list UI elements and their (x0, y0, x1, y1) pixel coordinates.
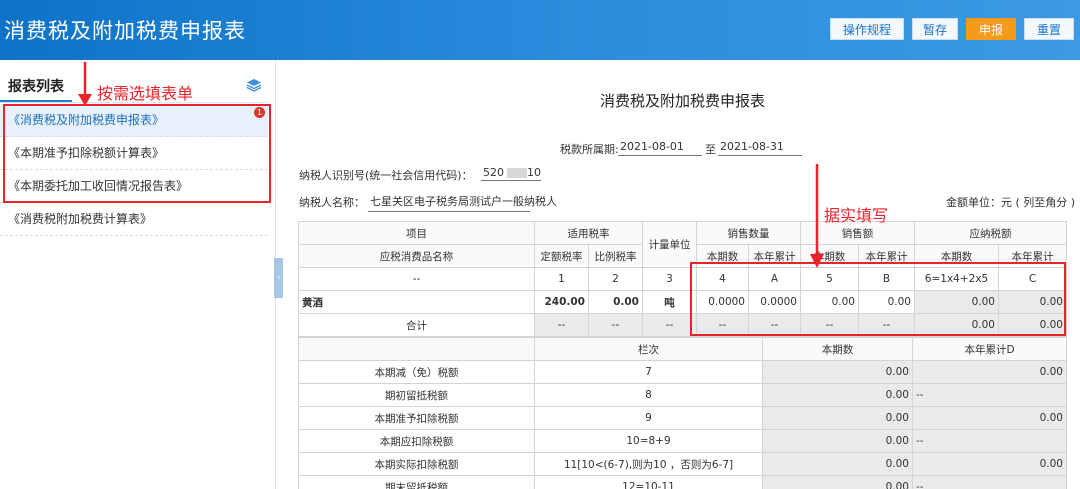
header-qty: 销售数量 (696, 221, 801, 245)
period-start-field[interactable]: 2021-08-01 (618, 140, 702, 156)
annotation-fill-box (690, 262, 1066, 336)
row-code: 11[10<(6-7),则为10 ，否则为6-7] (534, 452, 763, 476)
annotation-select-text: 按需选填表单 (97, 84, 194, 103)
deduction-table: 栏次 本期数 本年累计D 本期减（免）税额 7 0.00 0.00 期初留抵税额… (298, 337, 1067, 489)
taxpayer-id-prefix: 520 (483, 166, 504, 179)
unit-cell: 吨 (642, 290, 697, 314)
taxpayer-name-field: 七星关区电子税务局测试户一般纳税人 (368, 193, 557, 212)
header-unit: 计量单位 (642, 221, 697, 268)
sidebar-collapse-handle[interactable]: ‹ (274, 258, 283, 298)
row-label: 期末留抵税额 (298, 475, 535, 489)
annotation-fill-text: 据实填写 (824, 206, 889, 225)
operation-guide-button[interactable]: 操作规程 (830, 18, 904, 40)
row-current: 0.00 (762, 429, 913, 453)
header-fixed-rate: 定额税率 (534, 244, 589, 268)
header-tax: 应纳税额 (914, 221, 1067, 245)
reset-button[interactable]: 重置 (1024, 18, 1074, 40)
header-product: 应税消费品名称 (298, 244, 535, 268)
row-current: 0.00 (762, 406, 913, 430)
table-cell: -- (588, 313, 643, 337)
table-cell: -- (642, 313, 697, 337)
annotation-arrow-down-icon (78, 62, 92, 106)
header-ratio-rate: 比例税率 (588, 244, 643, 268)
total-label-cell: 合计 (298, 313, 535, 337)
row-current: 0.00 (762, 452, 913, 476)
row-ytd: 0.00 (912, 406, 1067, 430)
row-ytd: -- (912, 475, 1067, 489)
header-ytd: 本年累计D (912, 337, 1067, 361)
app-header: 消费税及附加税费申报表 操作规程 暂存 申报 重置 (0, 0, 1080, 60)
amount-unit-label: 金额单位：元 ( 列至角分 ) (946, 196, 1076, 209)
period-end-field[interactable]: 2021-08-31 (718, 140, 802, 156)
taxpayer-id-label: 纳税人识别号(统一社会信用代码)： (299, 169, 473, 182)
table-cell: 2 (588, 267, 643, 291)
layers-icon[interactable] (246, 78, 262, 92)
table-row: 本期准予扣除税额 9 0.00 0.00 (298, 406, 1067, 430)
annotation-select-box (3, 104, 271, 203)
table-row: 本期实际扣除税额 11[10<(6-7),则为10 ，否则为6-7] 0.00 … (298, 452, 1067, 476)
row-code: 8 (534, 383, 763, 407)
period-to-label: 至 (705, 143, 716, 156)
form-title: 消费税及附加税费申报表 (600, 92, 766, 110)
row-label: 本期应扣除税额 (298, 429, 535, 453)
row-label: 期初留抵税额 (298, 383, 535, 407)
table-cell: -- (534, 313, 589, 337)
row-ytd: -- (912, 383, 1067, 407)
row-current: 0.00 (762, 383, 913, 407)
table-cell: -- (298, 267, 535, 291)
header-blank (298, 337, 535, 361)
header-col-no: 栏次 (534, 337, 763, 361)
row-label: 本期实际扣除税额 (298, 452, 535, 476)
taxpayer-id-suffix: 10 (527, 166, 541, 179)
fixed-rate-cell: 240.00 (534, 290, 589, 314)
row-code: 10=8+9 (534, 429, 763, 453)
form-area: 消费税及附加税费申报表 税款所属期: 2021-08-01 至 2021-08-… (284, 60, 1080, 489)
redaction-block (507, 168, 527, 178)
period-label: 税款所属期: (560, 143, 619, 156)
save-draft-button[interactable]: 暂存 (912, 18, 958, 40)
sidebar-title: 报表列表 (8, 79, 64, 95)
table-row: 期末留抵税额 12=10-11 0.00 -- (298, 475, 1067, 489)
table-cell: 3 (642, 267, 697, 291)
row-code: 12=10-11 (534, 475, 763, 489)
declare-button[interactable]: 申报 (966, 18, 1016, 40)
taxpayer-id-field[interactable]: 520 10 (481, 165, 541, 181)
sidebar-item-surcharge-calc[interactable]: 《消费税附加税费计算表》 (0, 203, 268, 236)
row-code: 9 (534, 406, 763, 430)
row-code: 7 (534, 360, 763, 384)
row-label: 本期减（免）税额 (298, 360, 535, 384)
table-row: 期初留抵税额 8 0.00 -- (298, 383, 1067, 407)
row-ytd: -- (912, 429, 1067, 453)
row-ytd: 0.00 (912, 360, 1067, 384)
row-ytd: 0.00 (912, 452, 1067, 476)
taxpayer-name-label: 纳税人名称： (299, 196, 365, 209)
product-name-cell: 黄酒 (298, 290, 535, 314)
row-current: 0.00 (762, 360, 913, 384)
table-row: 本期减（免）税额 7 0.00 0.00 (298, 360, 1067, 384)
table-row: 本期应扣除税额 10=8+9 0.00 -- (298, 429, 1067, 453)
table-cell: 1 (534, 267, 589, 291)
header-item: 项目 (298, 221, 535, 245)
ratio-rate-cell: 0.00 (588, 290, 643, 314)
row-label: 本期准予扣除税额 (298, 406, 535, 430)
header-current: 本期数 (762, 337, 913, 361)
header-rate: 适用税率 (534, 221, 643, 245)
row-current: 0.00 (762, 475, 913, 489)
app-title: 消费税及附加税费申报表 (4, 19, 246, 43)
